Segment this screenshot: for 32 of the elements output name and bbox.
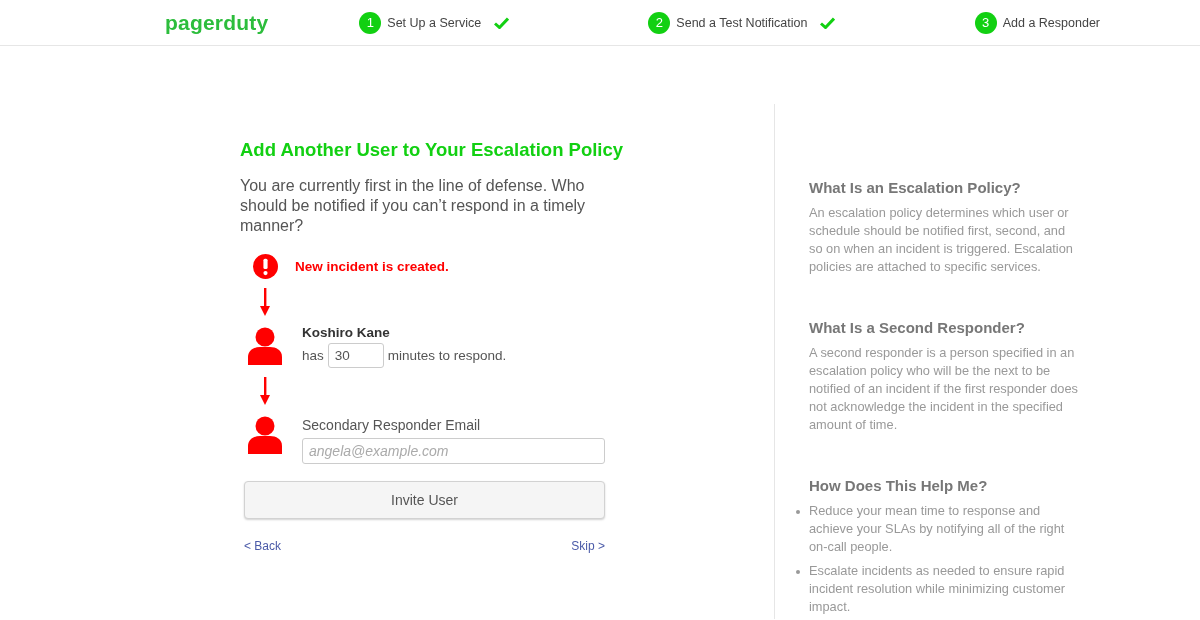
bullet-text: Reduce your mean time to response and achieve your SLAs by notifying all of the right on-call people.	[809, 502, 1066, 556]
section-text: An escalation policy determines which user or schedule should be notified first, second, and so on when an incident is triggered. Escalation policies are attached to specific services.	[809, 204, 1074, 276]
intro-text: You are currently first in the line of defense. Who should be notified if you can’t respond in a timely manner?	[240, 176, 587, 236]
responder-name: Koshiro Kane	[302, 324, 391, 341]
invite-user-button[interactable]: Invite User	[244, 481, 605, 519]
bullet-icon	[796, 570, 800, 574]
section-title: How Does This Help Me?	[809, 477, 989, 494]
section-text: A second responder is a person specified in an escalation policy who will be the next to be notified of an incident if the first responder does not acknowledge the incident in the specified amount of time.	[809, 344, 1078, 434]
step-number: 2	[648, 11, 671, 34]
section-title: What Is a Second Responder?	[809, 319, 1026, 336]
page-title: Add Another User to Your Escalation Policy	[240, 138, 624, 162]
skip-link[interactable]: Skip >	[571, 539, 605, 553]
back-link[interactable]: < Back	[244, 539, 282, 553]
bullet-text: Escalate incidents as needed to ensure rapid incident resolution while minimizing customer impact.	[809, 562, 1067, 616]
email-label: Secondary Responder Email	[302, 416, 482, 434]
has-label: has	[302, 348, 324, 363]
step-label: Set Up a Service	[387, 15, 482, 30]
bullet-icon	[796, 510, 800, 514]
email-field[interactable]: angela@example.com	[302, 438, 605, 464]
alert-icon	[252, 254, 278, 279]
step-number: 1	[359, 11, 382, 34]
step-label: Send a Test Notification	[676, 15, 808, 30]
down-arrow-icon	[260, 377, 270, 405]
down-arrow-icon	[260, 288, 270, 316]
step-label: Add a Responder	[1002, 15, 1100, 30]
minutes-field[interactable]: 30	[327, 343, 384, 368]
section-title: What Is an Escalation Policy?	[809, 179, 1022, 196]
incident-text: New incident is created.	[295, 258, 449, 276]
person-icon	[248, 327, 282, 365]
minutes-label: minutes to respond.	[387, 348, 507, 363]
person-icon	[248, 416, 282, 454]
step-number: 3	[974, 11, 997, 34]
